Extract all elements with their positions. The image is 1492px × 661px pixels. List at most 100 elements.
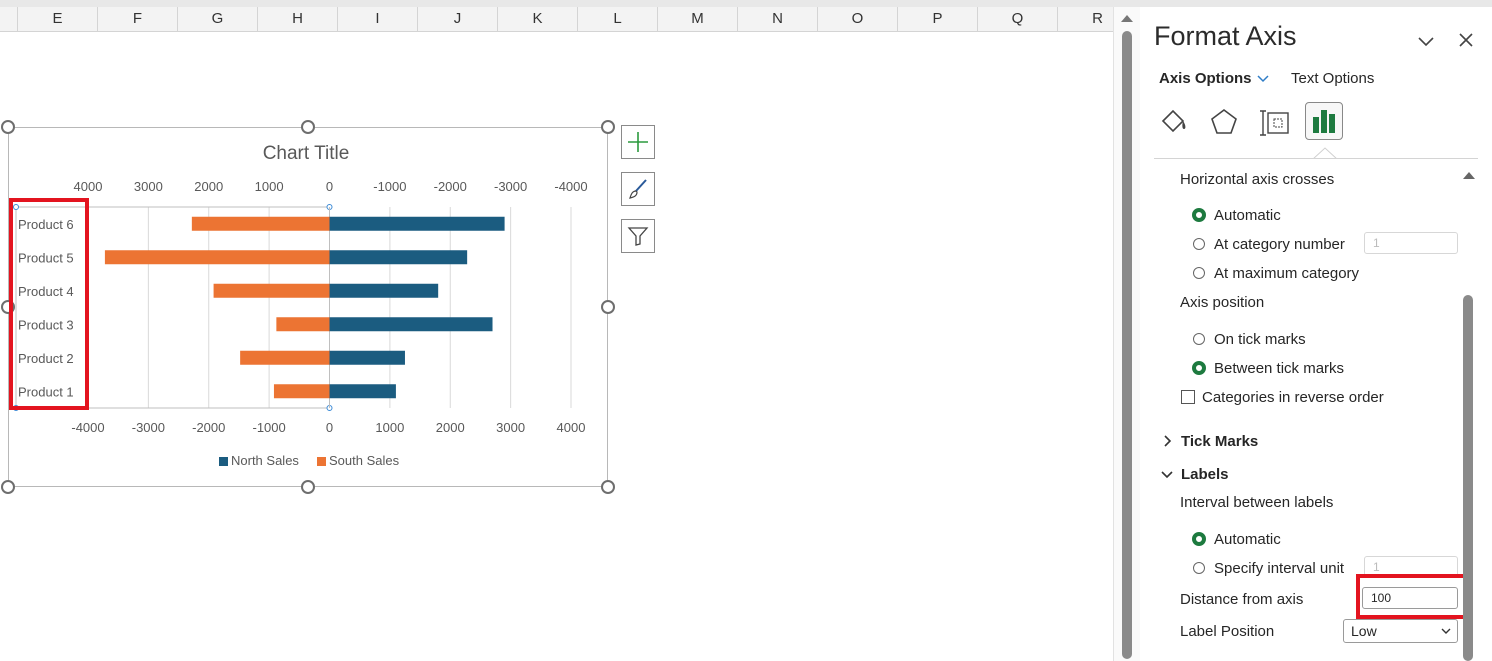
distance-from-axis-label: Distance from axis <box>1180 591 1304 608</box>
top-tick-label: 3000 <box>134 179 163 194</box>
chevron-down-icon <box>1441 628 1451 634</box>
column-header-k[interactable]: K <box>498 7 578 31</box>
scroll-thumb[interactable] <box>1122 31 1132 659</box>
bar-north-sales <box>329 216 505 231</box>
column-header-partial[interactable] <box>0 7 18 31</box>
resize-handle-bottom-right[interactable] <box>601 480 615 494</box>
top-tick-label: -2000 <box>434 179 467 194</box>
radio-labels-automatic[interactable] <box>1192 532 1206 546</box>
column-header-e[interactable]: E <box>18 7 98 31</box>
top-tick-label: -4000 <box>554 179 587 194</box>
legend-label: South Sales <box>329 453 400 468</box>
radio-on-tick-marks[interactable] <box>1193 333 1205 345</box>
bar-south-sales <box>273 384 330 399</box>
axis-options-icon-tab[interactable] <box>1305 102 1343 140</box>
highlight-box-category-labels <box>9 198 89 410</box>
column-header-g[interactable]: G <box>178 7 258 31</box>
at-maximum-category-label[interactable]: At maximum category <box>1214 265 1359 282</box>
chart-title[interactable]: Chart Title <box>263 143 350 164</box>
panel-title: Format Axis <box>1154 21 1297 51</box>
column-header-o[interactable]: O <box>818 7 898 31</box>
checkbox-categories-reverse[interactable] <box>1181 390 1195 404</box>
panel-scroll-thumb[interactable] <box>1463 295 1473 661</box>
scroll-up-arrow-icon[interactable] <box>1121 15 1133 22</box>
column-header-l[interactable]: L <box>578 7 658 31</box>
bar-north-sales <box>329 317 493 332</box>
radio-specify-interval[interactable] <box>1193 562 1205 574</box>
column-header-q[interactable]: Q <box>978 7 1058 31</box>
format-axis-panel: Format Axis Axis Options Text Options Ho… <box>1140 7 1492 661</box>
sheet-vertical-scrollbar[interactable] <box>1113 7 1140 661</box>
resize-handle-top-left[interactable] <box>1 120 15 134</box>
top-tick-label: -1000 <box>373 179 406 194</box>
resize-handle-bottom[interactable] <box>301 480 315 494</box>
bar-south-sales <box>213 283 330 298</box>
chart-elements-button[interactable] <box>621 125 655 159</box>
top-tick-label: 1000 <box>255 179 284 194</box>
category-number-input[interactable]: 1 <box>1364 232 1458 254</box>
column-header-i[interactable]: I <box>338 7 418 31</box>
categories-reverse-label[interactable]: Categories in reverse order <box>1202 389 1384 406</box>
column-header-m[interactable]: M <box>658 7 738 31</box>
bottom-tick-label: -1000 <box>253 420 286 435</box>
bar-north-sales <box>329 250 468 265</box>
section-labels[interactable]: Labels <box>1181 466 1229 483</box>
bar-south-sales <box>191 216 330 231</box>
panel-scrollbar[interactable] <box>1463 167 1475 661</box>
bottom-tick-label: 4000 <box>557 420 586 435</box>
bottom-tick-label: 2000 <box>436 420 465 435</box>
top-tick-label: -3000 <box>494 179 527 194</box>
bar-north-sales <box>329 384 396 399</box>
panel-divider <box>1154 158 1478 159</box>
distance-from-axis-input[interactable]: 100 <box>1362 587 1458 609</box>
tab-text-options-label: Text Options <box>1291 70 1375 87</box>
close-icon[interactable] <box>1458 32 1474 48</box>
chart-styles-button[interactable] <box>621 172 655 206</box>
column-header-row: EFGHIJKLMNOPQR <box>0 7 1138 32</box>
label-position-select[interactable]: Low <box>1343 619 1458 643</box>
horizontal-axis-crosses-label: Horizontal axis crosses <box>1180 171 1335 188</box>
bottom-tick-label: -3000 <box>132 420 165 435</box>
chevron-down-icon[interactable] <box>1161 470 1173 480</box>
top-tick-label: 4000 <box>74 179 103 194</box>
radio-at-category-number[interactable] <box>1193 238 1205 250</box>
bottom-tick-label: 1000 <box>375 420 404 435</box>
funnel-icon <box>627 227 649 246</box>
interval-between-labels-label: Interval between labels <box>1180 494 1334 511</box>
bar-south-sales <box>276 317 330 332</box>
resize-handle-top[interactable] <box>301 120 315 134</box>
resize-handle-top-right[interactable] <box>601 120 615 134</box>
chart-filters-button[interactable] <box>621 219 655 253</box>
legend-label: North Sales <box>231 453 299 468</box>
bar-chart[interactable]: Chart Title Product 1Product 2Product 3P… <box>8 127 608 487</box>
bar-chart-icon <box>1313 110 1335 133</box>
specify-interval-label[interactable]: Specify interval unit <box>1214 560 1344 577</box>
resize-handle-bottom-left[interactable] <box>1 480 15 494</box>
column-header-h[interactable]: H <box>258 7 338 31</box>
crosses-automatic-label[interactable]: Automatic <box>1214 207 1281 224</box>
tab-axis-options[interactable]: Axis Options <box>1159 70 1252 87</box>
at-category-number-label[interactable]: At category number <box>1214 236 1345 253</box>
bar-north-sales <box>329 350 405 365</box>
column-header-n[interactable]: N <box>738 7 818 31</box>
tab-text-options[interactable]: Text Options <box>1291 70 1374 87</box>
radio-crosses-automatic[interactable] <box>1192 208 1206 222</box>
radio-between-tick-marks[interactable] <box>1192 361 1206 375</box>
on-tick-marks-label[interactable]: On tick marks <box>1214 331 1306 348</box>
labels-automatic-label[interactable]: Automatic <box>1214 531 1281 548</box>
effects-pentagon-icon[interactable] <box>1209 107 1239 137</box>
section-tick-marks[interactable]: Tick Marks <box>1181 433 1258 450</box>
top-tick-label: 0 <box>326 179 333 194</box>
fill-line-icon[interactable] <box>1159 107 1191 137</box>
size-properties-icon[interactable] <box>1259 107 1291 137</box>
chevron-down-icon[interactable] <box>1417 35 1435 49</box>
chevron-down-icon[interactable] <box>1256 74 1270 84</box>
between-tick-marks-label[interactable]: Between tick marks <box>1214 360 1344 377</box>
column-header-j[interactable]: J <box>418 7 498 31</box>
column-header-f[interactable]: F <box>98 7 178 31</box>
chevron-right-icon[interactable] <box>1163 435 1173 447</box>
scroll-up-arrow-icon[interactable] <box>1463 172 1475 179</box>
resize-handle-right[interactable] <box>601 300 615 314</box>
radio-at-maximum-category[interactable] <box>1193 267 1205 279</box>
column-header-p[interactable]: P <box>898 7 978 31</box>
